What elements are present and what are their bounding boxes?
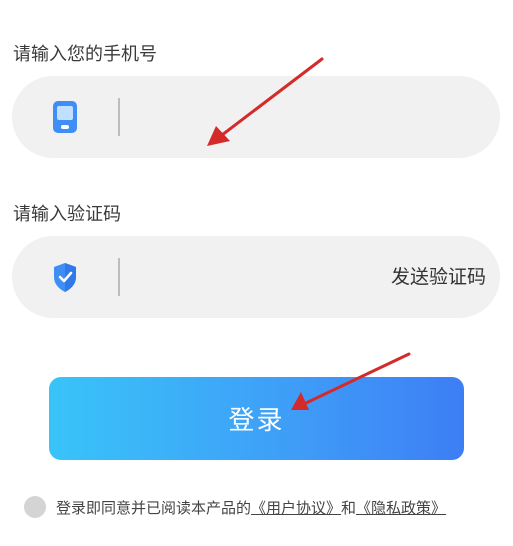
login-button[interactable]: 登录 [49,377,464,460]
agreement-conjunction: 和 [341,498,357,517]
code-divider [118,258,120,296]
agreement-prefix: 登录即同意并已阅读本产品的 [56,498,252,517]
agreement-row: 登录即同意并已阅读本产品的 《用户协议》 和 《隐私政策》 [24,494,446,520]
code-input[interactable] [132,236,336,320]
phone-input[interactable] [132,76,376,160]
phone-icon [53,101,77,133]
code-label: 请输入验证码 [13,204,121,225]
phone-divider [118,98,120,136]
shield-check-icon [54,263,76,292]
code-field[interactable]: 发送验证码 [12,236,500,320]
phone-label: 请输入您的手机号 [13,44,157,65]
agree-radio[interactable] [24,496,46,518]
user-agreement-link[interactable]: 《用户协议》 [251,497,341,518]
privacy-policy-link[interactable]: 《隐私政策》 [356,497,446,518]
send-code-button[interactable]: 发送验证码 [391,236,486,318]
phone-field[interactable] [12,76,500,160]
